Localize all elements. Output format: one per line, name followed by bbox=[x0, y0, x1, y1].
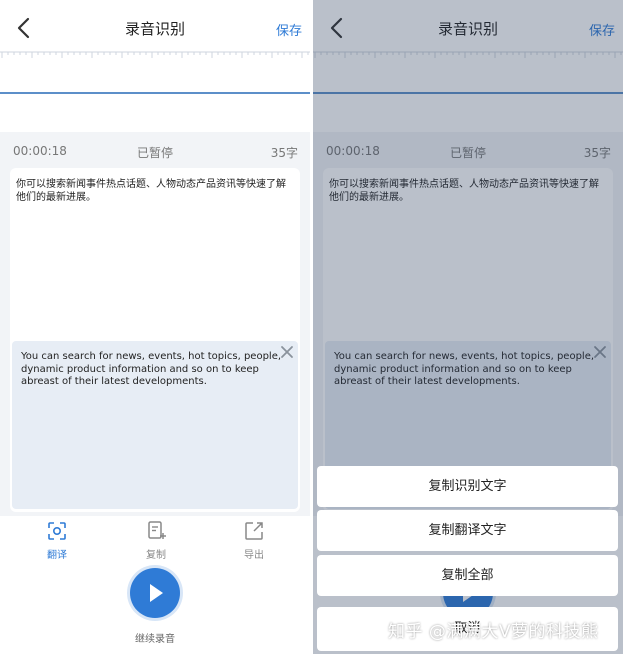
translation-panel: You can search for news, events, hot top… bbox=[12, 341, 298, 509]
continue-record-label: 继续录音 bbox=[135, 634, 175, 645]
translation-text: You can search for news, events, hot top… bbox=[21, 351, 282, 387]
copy-button[interactable]: 复制 bbox=[126, 520, 186, 561]
export-icon bbox=[245, 522, 263, 540]
translate-button[interactable]: 翻译 bbox=[27, 520, 87, 561]
continue-record-button[interactable] bbox=[130, 568, 180, 618]
copy-recognized-text-option[interactable]: 复制识别文字 bbox=[317, 466, 618, 507]
status-bar: 00:00:18 已暂停 35字 bbox=[0, 134, 310, 166]
watermark: 知乎 @满满大V萝的科技熊 bbox=[388, 622, 599, 642]
left-screen: 录音识别 保存 00:00:18 已暂停 35字 你可以搜索新闻事件热点话题、人… bbox=[0, 0, 310, 654]
recording-state: 已暂停 bbox=[136, 146, 173, 160]
export-button[interactable]: 导出 bbox=[224, 520, 284, 561]
copy-translation-text-option[interactable]: 复制翻译文字 bbox=[317, 510, 618, 551]
page-title: 录音识别 bbox=[124, 20, 185, 38]
waveform bbox=[0, 48, 310, 132]
copy-icon bbox=[148, 521, 166, 539]
save-button[interactable]: 保存 bbox=[276, 20, 302, 39]
close-icon[interactable] bbox=[280, 345, 294, 359]
right-screen: 录音识别 保存 00:00:18 已暂停 35字 你可以搜索新闻事件热点话题、人… bbox=[313, 0, 623, 654]
export-label: 导出 bbox=[244, 550, 264, 561]
recognized-text: 你可以搜索新闻事件热点话题、人物动态产品资讯等快速了解他们的最新进展。 bbox=[16, 179, 286, 203]
translate-label: 翻译 bbox=[47, 550, 67, 561]
copy-label: 复制 bbox=[146, 550, 166, 561]
translate-icon bbox=[48, 522, 66, 540]
copy-all-option[interactable]: 复制全部 bbox=[317, 555, 618, 596]
play-icon bbox=[150, 584, 163, 602]
char-count: 35字 bbox=[270, 146, 298, 160]
